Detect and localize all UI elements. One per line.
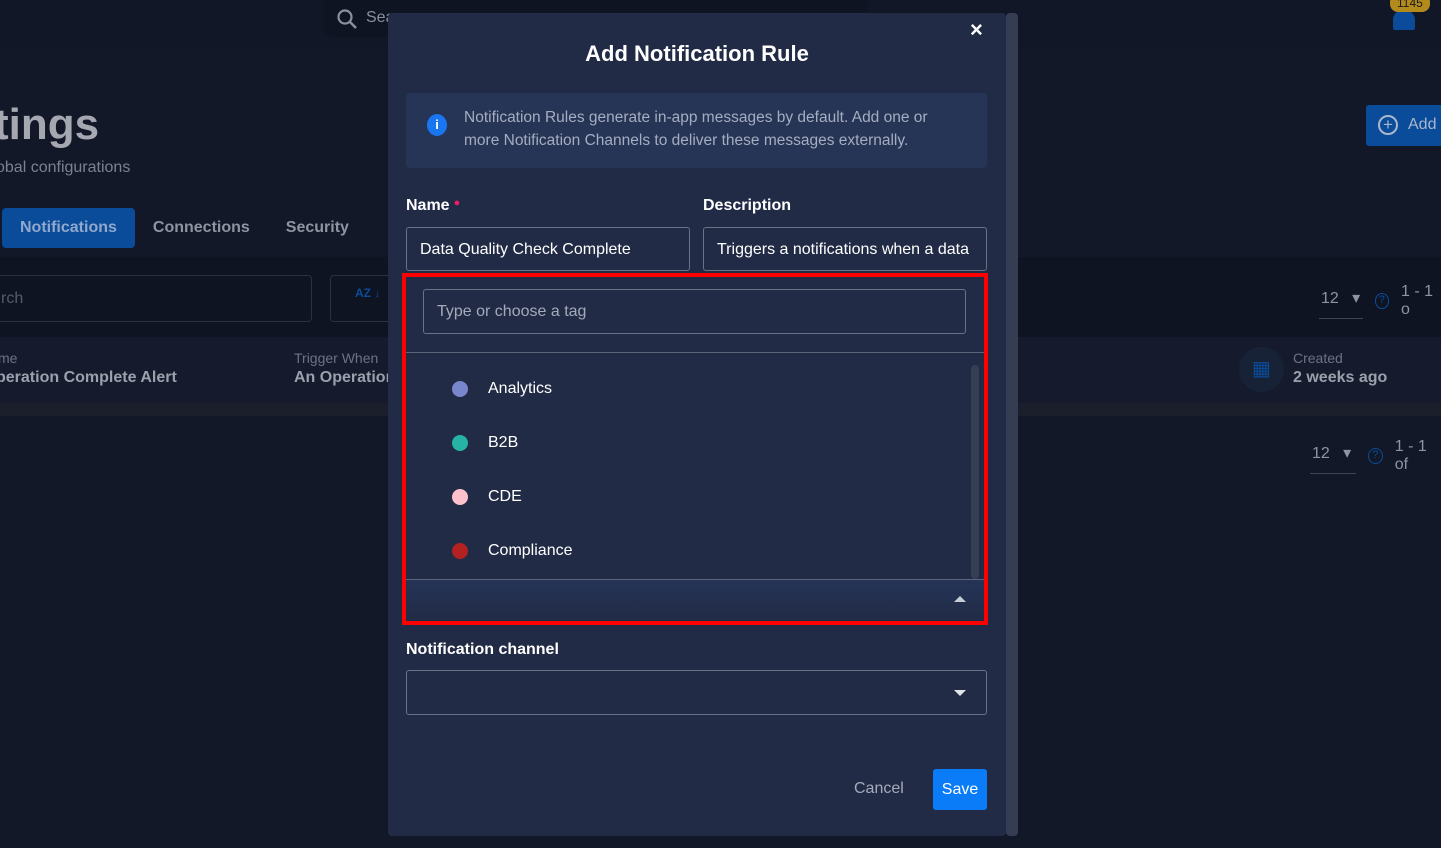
tag-input[interactable]: Type or choose a tag [423,289,966,334]
name-label-text: Name [406,197,450,214]
search-icon [337,9,357,29]
save-button[interactable]: Save [933,769,987,810]
rules-search-input[interactable]: rch [0,275,312,322]
tab-connections[interactable]: Connections [135,208,268,248]
description-field-label: Description [703,197,792,214]
calendar-icon: ▦ [1239,347,1284,392]
page-range: 1 - 1 o [1401,282,1434,318]
created-label: Created [1293,350,1343,366]
add-button-label: Add [1408,116,1437,133]
page-range: 1 - 1 of [1394,437,1427,473]
page-subtitle: obal configurations [0,159,131,176]
per-page-select[interactable]: 12 ▾ [1319,282,1363,319]
dropdown-scrollbar[interactable] [971,365,979,579]
notification-count-badge: 1145 [1390,0,1430,12]
trigger-label: Trigger When [294,350,379,366]
help-icon[interactable]: ? [1367,447,1383,464]
tag-dropdown: Type or choose a tag Analytics B2B CDE C… [402,273,988,625]
plus-circle-icon: + [1378,115,1398,135]
per-page-value: 12 [1312,445,1330,462]
rule-name: peration Complete Alert [0,369,177,386]
help-icon[interactable]: ? [1374,292,1390,309]
name-field-label: Name ● [406,197,460,215]
tag-option-b2b[interactable]: B2B [452,434,518,452]
channel-field-label: Notification channel [406,641,559,658]
pager-bottom: 12 ▾ ? 1 - 1 of [1310,437,1441,474]
close-icon[interactable]: × [970,17,983,43]
tab-security[interactable]: Security [268,208,367,248]
info-text: Notification Rules generate in-app messa… [464,109,928,149]
tag-color-dot [452,435,468,451]
add-notification-rule-dialog: × Add Notification Rule i Notification R… [388,13,1006,836]
notification-channel-select[interactable] [406,670,987,715]
created-value: 2 weeks ago [1293,369,1388,386]
info-banner: i Notification Rules generate in-app mes… [406,93,987,168]
description-input[interactable]: Triggers a notifications when a data [703,227,987,271]
sort-az-icon: AZ [355,286,371,300]
trigger-value: An Operation [294,369,396,386]
tag-option-cde[interactable]: CDE [452,488,522,506]
info-icon: i [427,114,447,136]
name-input[interactable]: Data Quality Check Complete [406,227,690,271]
page-title: tings [0,100,100,149]
tag-color-dot [452,543,468,559]
dialog-title: Add Notification Rule [585,41,809,66]
settings-tabs: Notifications Connections Security [0,208,367,248]
dialog-scrollbar[interactable] [1006,13,1018,836]
per-page-select[interactable]: 12 ▾ [1310,437,1356,474]
name-label: me [0,350,18,366]
bell-icon[interactable] [1393,10,1415,30]
cancel-button[interactable]: Cancel [854,780,904,798]
tag-select-toggle[interactable] [406,579,984,621]
tag-option-analytics[interactable]: Analytics [452,380,552,398]
add-button[interactable]: + Add [1366,105,1441,146]
per-page-value: 12 [1321,290,1339,307]
caret-down-icon [954,690,966,696]
tag-option-label: B2B [488,434,519,451]
tag-color-dot [452,489,468,505]
required-indicator: ● [453,197,461,209]
tag-option-label: Analytics [488,380,553,397]
divider [406,352,984,353]
tag-option-label: CDE [488,488,522,505]
pager-top: 12 ▾ ? 1 - 1 o [1319,282,1441,319]
tab-notifications[interactable]: Notifications [2,208,135,248]
tag-color-dot [452,381,468,397]
tag-option-compliance[interactable]: Compliance [452,542,572,560]
tag-option-label: Compliance [488,542,573,559]
caret-up-icon [954,596,966,602]
